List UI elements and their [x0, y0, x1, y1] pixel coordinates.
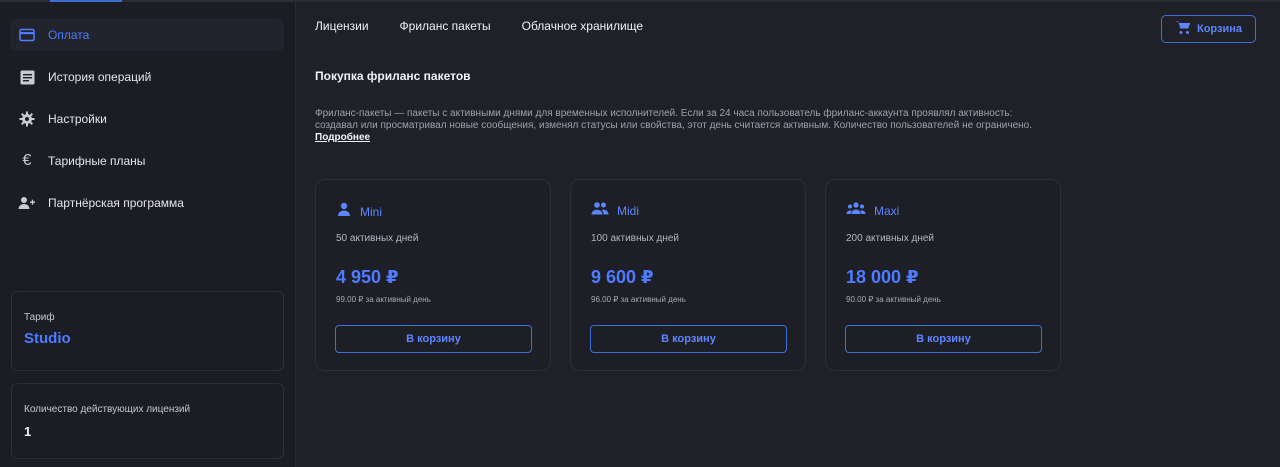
sidebar-item-label: Партнёрская программа [48, 196, 184, 210]
package-per-day: 90.00 ₽ за активный день [846, 295, 941, 304]
package-price: 18 000 ₽ [846, 267, 919, 287]
package-name: Maxi [874, 203, 900, 218]
licenses-caption: Количество действующих лицензий [24, 404, 191, 415]
tab-licenses[interactable]: Лицензии [315, 19, 369, 33]
description: Фриланс-пакеты — пакеты с активными дням… [315, 108, 1035, 144]
people-icon [591, 201, 609, 220]
package-name: Midi [617, 203, 640, 218]
package-days: 100 активных дней [591, 233, 679, 244]
description-text: Фриланс-пакеты — пакеты с активными дням… [315, 108, 1033, 131]
receipt-icon [18, 68, 36, 86]
package-days: 200 активных дней [846, 233, 934, 244]
package-name: Mini [360, 204, 383, 219]
package-card-mini: Mini 50 активных дней 4 950 ₽ 99.00 ₽ за… [315, 179, 551, 371]
package-per-day: 99.00 ₽ за активный день [336, 295, 431, 304]
tab-cloud-storage[interactable]: Облачное хранилище [522, 19, 643, 33]
sidebar: Оплата История операций Настройки € Тари… [0, 2, 296, 467]
tariff-value: Studio [24, 330, 71, 347]
cart-icon [1175, 20, 1191, 38]
sidebar-item-label: История операций [48, 70, 152, 84]
sidebar-item-partners[interactable]: Партнёрская программа [10, 187, 284, 219]
cart-button[interactable]: Корзина [1161, 15, 1256, 43]
sidebar-item-label: Оплата [48, 28, 90, 42]
sidebar-item-settings[interactable]: Настройки [10, 103, 284, 135]
cart-label: Корзина [1197, 23, 1242, 35]
sidebar-item-payment[interactable]: Оплата [10, 19, 284, 51]
package-card-maxi: Maxi 200 активных дней 18 000 ₽ 90.00 ₽ … [825, 179, 1061, 371]
tab-bar: Лицензии Фриланс пакеты Облачное хранили… [315, 19, 643, 33]
add-to-cart-button[interactable]: В корзину [845, 325, 1042, 353]
sidebar-item-label: Настройки [48, 112, 107, 126]
package-price: 4 950 ₽ [336, 267, 399, 287]
licenses-count: 1 [24, 424, 32, 439]
group-icon [846, 201, 866, 220]
sidebar-item-tariffs[interactable]: € Тарифные планы [10, 145, 284, 177]
package-card-midi: Midi 100 активных дней 9 600 ₽ 96.00 ₽ з… [570, 179, 806, 371]
person-icon [336, 201, 352, 222]
tariff-caption: Тариф [24, 312, 55, 323]
tab-freelance-packages[interactable]: Фриланс пакеты [400, 19, 491, 33]
tariff-card: Тариф Studio [11, 291, 284, 371]
add-to-cart-button[interactable]: В корзину [590, 325, 787, 353]
sidebar-item-label: Тарифные планы [48, 154, 146, 168]
add-user-icon [18, 194, 36, 212]
package-days: 50 активных дней [336, 233, 419, 244]
page-title: Покупка фриланс пакетов [315, 69, 471, 83]
gear-icon [18, 110, 36, 128]
sidebar-item-history[interactable]: История операций [10, 61, 284, 93]
add-to-cart-button[interactable]: В корзину [335, 325, 532, 353]
credit-card-icon [18, 26, 36, 44]
more-link[interactable]: Подробнее [315, 132, 370, 143]
package-price: 9 600 ₽ [591, 267, 654, 287]
package-per-day: 96.00 ₽ за активный день [591, 295, 686, 304]
main-content: Лицензии Фриланс пакеты Облачное хранили… [297, 2, 1280, 467]
licenses-card: Количество действующих лицензий 1 [11, 383, 284, 459]
euro-icon: € [22, 152, 32, 169]
